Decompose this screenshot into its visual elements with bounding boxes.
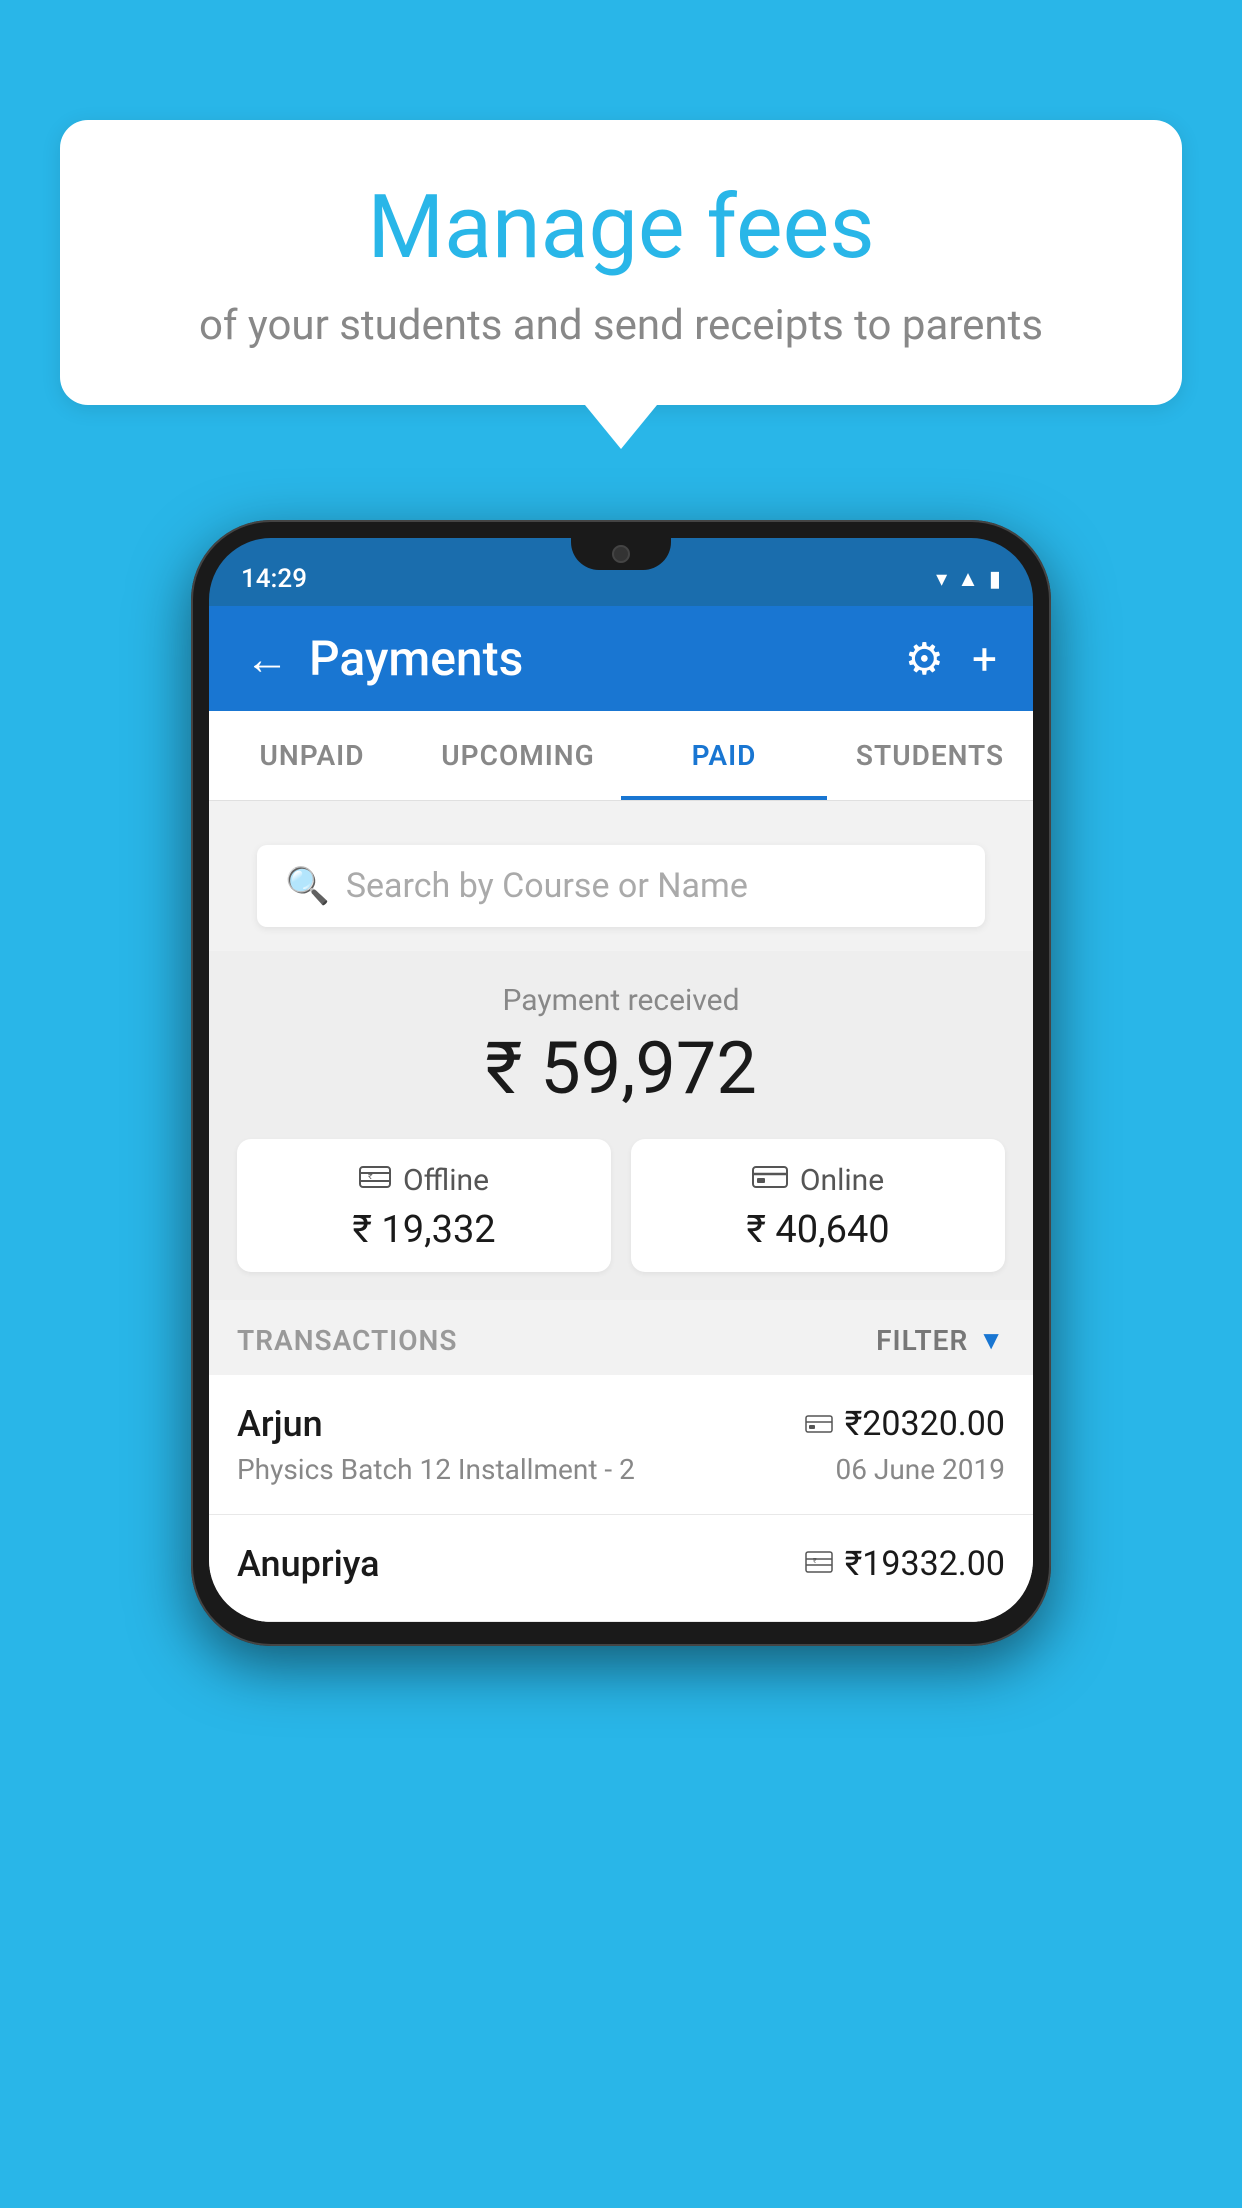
- filter-button[interactable]: FILTER ▼: [876, 1324, 1005, 1357]
- phone-screen: ← Payments ⚙ + UNPAID UPCOMING PAID STUD…: [209, 606, 1033, 1622]
- offline-icon: ₹: [359, 1163, 391, 1198]
- payment-cards-row: ₹ Offline ₹ 19,332: [237, 1139, 1005, 1272]
- transaction-type-icon-1: [805, 1408, 833, 1441]
- payment-total-amount: ₹ 59,972: [237, 1026, 1005, 1111]
- online-label: Online: [800, 1163, 884, 1198]
- status-icons: ▾ ▲ ▮: [936, 566, 1001, 592]
- transaction-top-2: Anupriya ₹ ₹19332.00: [237, 1543, 1005, 1585]
- svg-text:₹: ₹: [813, 1557, 817, 1565]
- wifi-icon: ▾: [936, 567, 947, 592]
- transaction-amount-wrap-2: ₹ ₹19332.00: [805, 1544, 1005, 1584]
- bubble-title: Manage fees: [120, 180, 1122, 277]
- transaction-row-1[interactable]: Arjun ₹20320.00 Physics Batch 1: [209, 1375, 1033, 1515]
- online-amount: ₹ 40,640: [651, 1208, 985, 1252]
- transaction-row-2[interactable]: Anupriya ₹ ₹19332.00: [209, 1515, 1033, 1622]
- search-icon: 🔍: [285, 865, 330, 907]
- offline-amount: ₹ 19,332: [257, 1208, 591, 1252]
- transaction-amount-1: ₹20320.00: [845, 1404, 1005, 1444]
- tab-students[interactable]: STUDENTS: [827, 711, 1033, 800]
- phone-outer-shell: 14:29 ▾ ▲ ▮ ← Payments ⚙ +: [191, 520, 1051, 1646]
- transaction-type-icon-2: ₹: [805, 1548, 833, 1581]
- transaction-top-1: Arjun ₹20320.00: [237, 1403, 1005, 1445]
- tab-paid[interactable]: PAID: [621, 711, 827, 800]
- search-placeholder: Search by Course or Name: [346, 866, 748, 906]
- offline-card-header: ₹ Offline: [257, 1163, 591, 1198]
- header-left: ← Payments: [245, 630, 523, 687]
- battery-icon: ▮: [989, 567, 1001, 592]
- phone-camera: [612, 545, 630, 563]
- status-time: 14:29: [241, 564, 307, 594]
- transactions-label: TRANSACTIONS: [237, 1324, 457, 1357]
- tabs-bar: UNPAID UPCOMING PAID STUDENTS: [209, 711, 1033, 801]
- online-payment-card: Online ₹ 40,640: [631, 1139, 1005, 1272]
- add-icon[interactable]: +: [972, 633, 997, 685]
- offline-label: Offline: [403, 1163, 489, 1198]
- speech-bubble-section: Manage fees of your students and send re…: [60, 120, 1182, 449]
- status-bar: 14:29 ▾ ▲ ▮: [209, 538, 1033, 606]
- settings-icon[interactable]: ⚙: [905, 633, 944, 685]
- payment-received-label: Payment received: [237, 983, 1005, 1018]
- tab-unpaid[interactable]: UNPAID: [209, 711, 415, 800]
- phone-mockup: 14:29 ▾ ▲ ▮ ← Payments ⚙ +: [191, 520, 1051, 1646]
- online-card-header: Online: [651, 1163, 985, 1198]
- transaction-amount-2: ₹19332.00: [845, 1544, 1005, 1584]
- header-right: ⚙ +: [905, 633, 997, 685]
- online-icon: [752, 1164, 788, 1197]
- transaction-amount-wrap-1: ₹20320.00: [805, 1404, 1005, 1444]
- filter-icon: ▼: [978, 1325, 1005, 1356]
- phone-notch: [571, 538, 671, 570]
- tab-upcoming[interactable]: UPCOMING: [415, 711, 621, 800]
- filter-label: FILTER: [876, 1324, 968, 1357]
- speech-bubble: Manage fees of your students and send re…: [60, 120, 1182, 405]
- back-button[interactable]: ←: [245, 633, 289, 685]
- transaction-date-1: 06 June 2019: [835, 1453, 1005, 1486]
- app-header: ← Payments ⚙ +: [209, 606, 1033, 711]
- transaction-name-2: Anupriya: [237, 1543, 380, 1585]
- transaction-detail-1: Physics Batch 12 Installment - 2: [237, 1453, 635, 1486]
- search-bar[interactable]: 🔍 Search by Course or Name: [257, 845, 985, 927]
- transaction-bottom-1: Physics Batch 12 Installment - 2 06 June…: [237, 1453, 1005, 1486]
- payment-received-section: Payment received ₹ 59,972 ₹: [209, 951, 1033, 1300]
- page-title: Payments: [309, 630, 523, 687]
- bubble-subtitle: of your students and send receipts to pa…: [120, 301, 1122, 350]
- svg-text:₹: ₹: [368, 1172, 373, 1182]
- signal-icon: ▲: [957, 566, 979, 592]
- offline-payment-card: ₹ Offline ₹ 19,332: [237, 1139, 611, 1272]
- transactions-header: TRANSACTIONS FILTER ▼: [209, 1300, 1033, 1375]
- speech-bubble-tail: [585, 405, 657, 449]
- transaction-name-1: Arjun: [237, 1403, 323, 1445]
